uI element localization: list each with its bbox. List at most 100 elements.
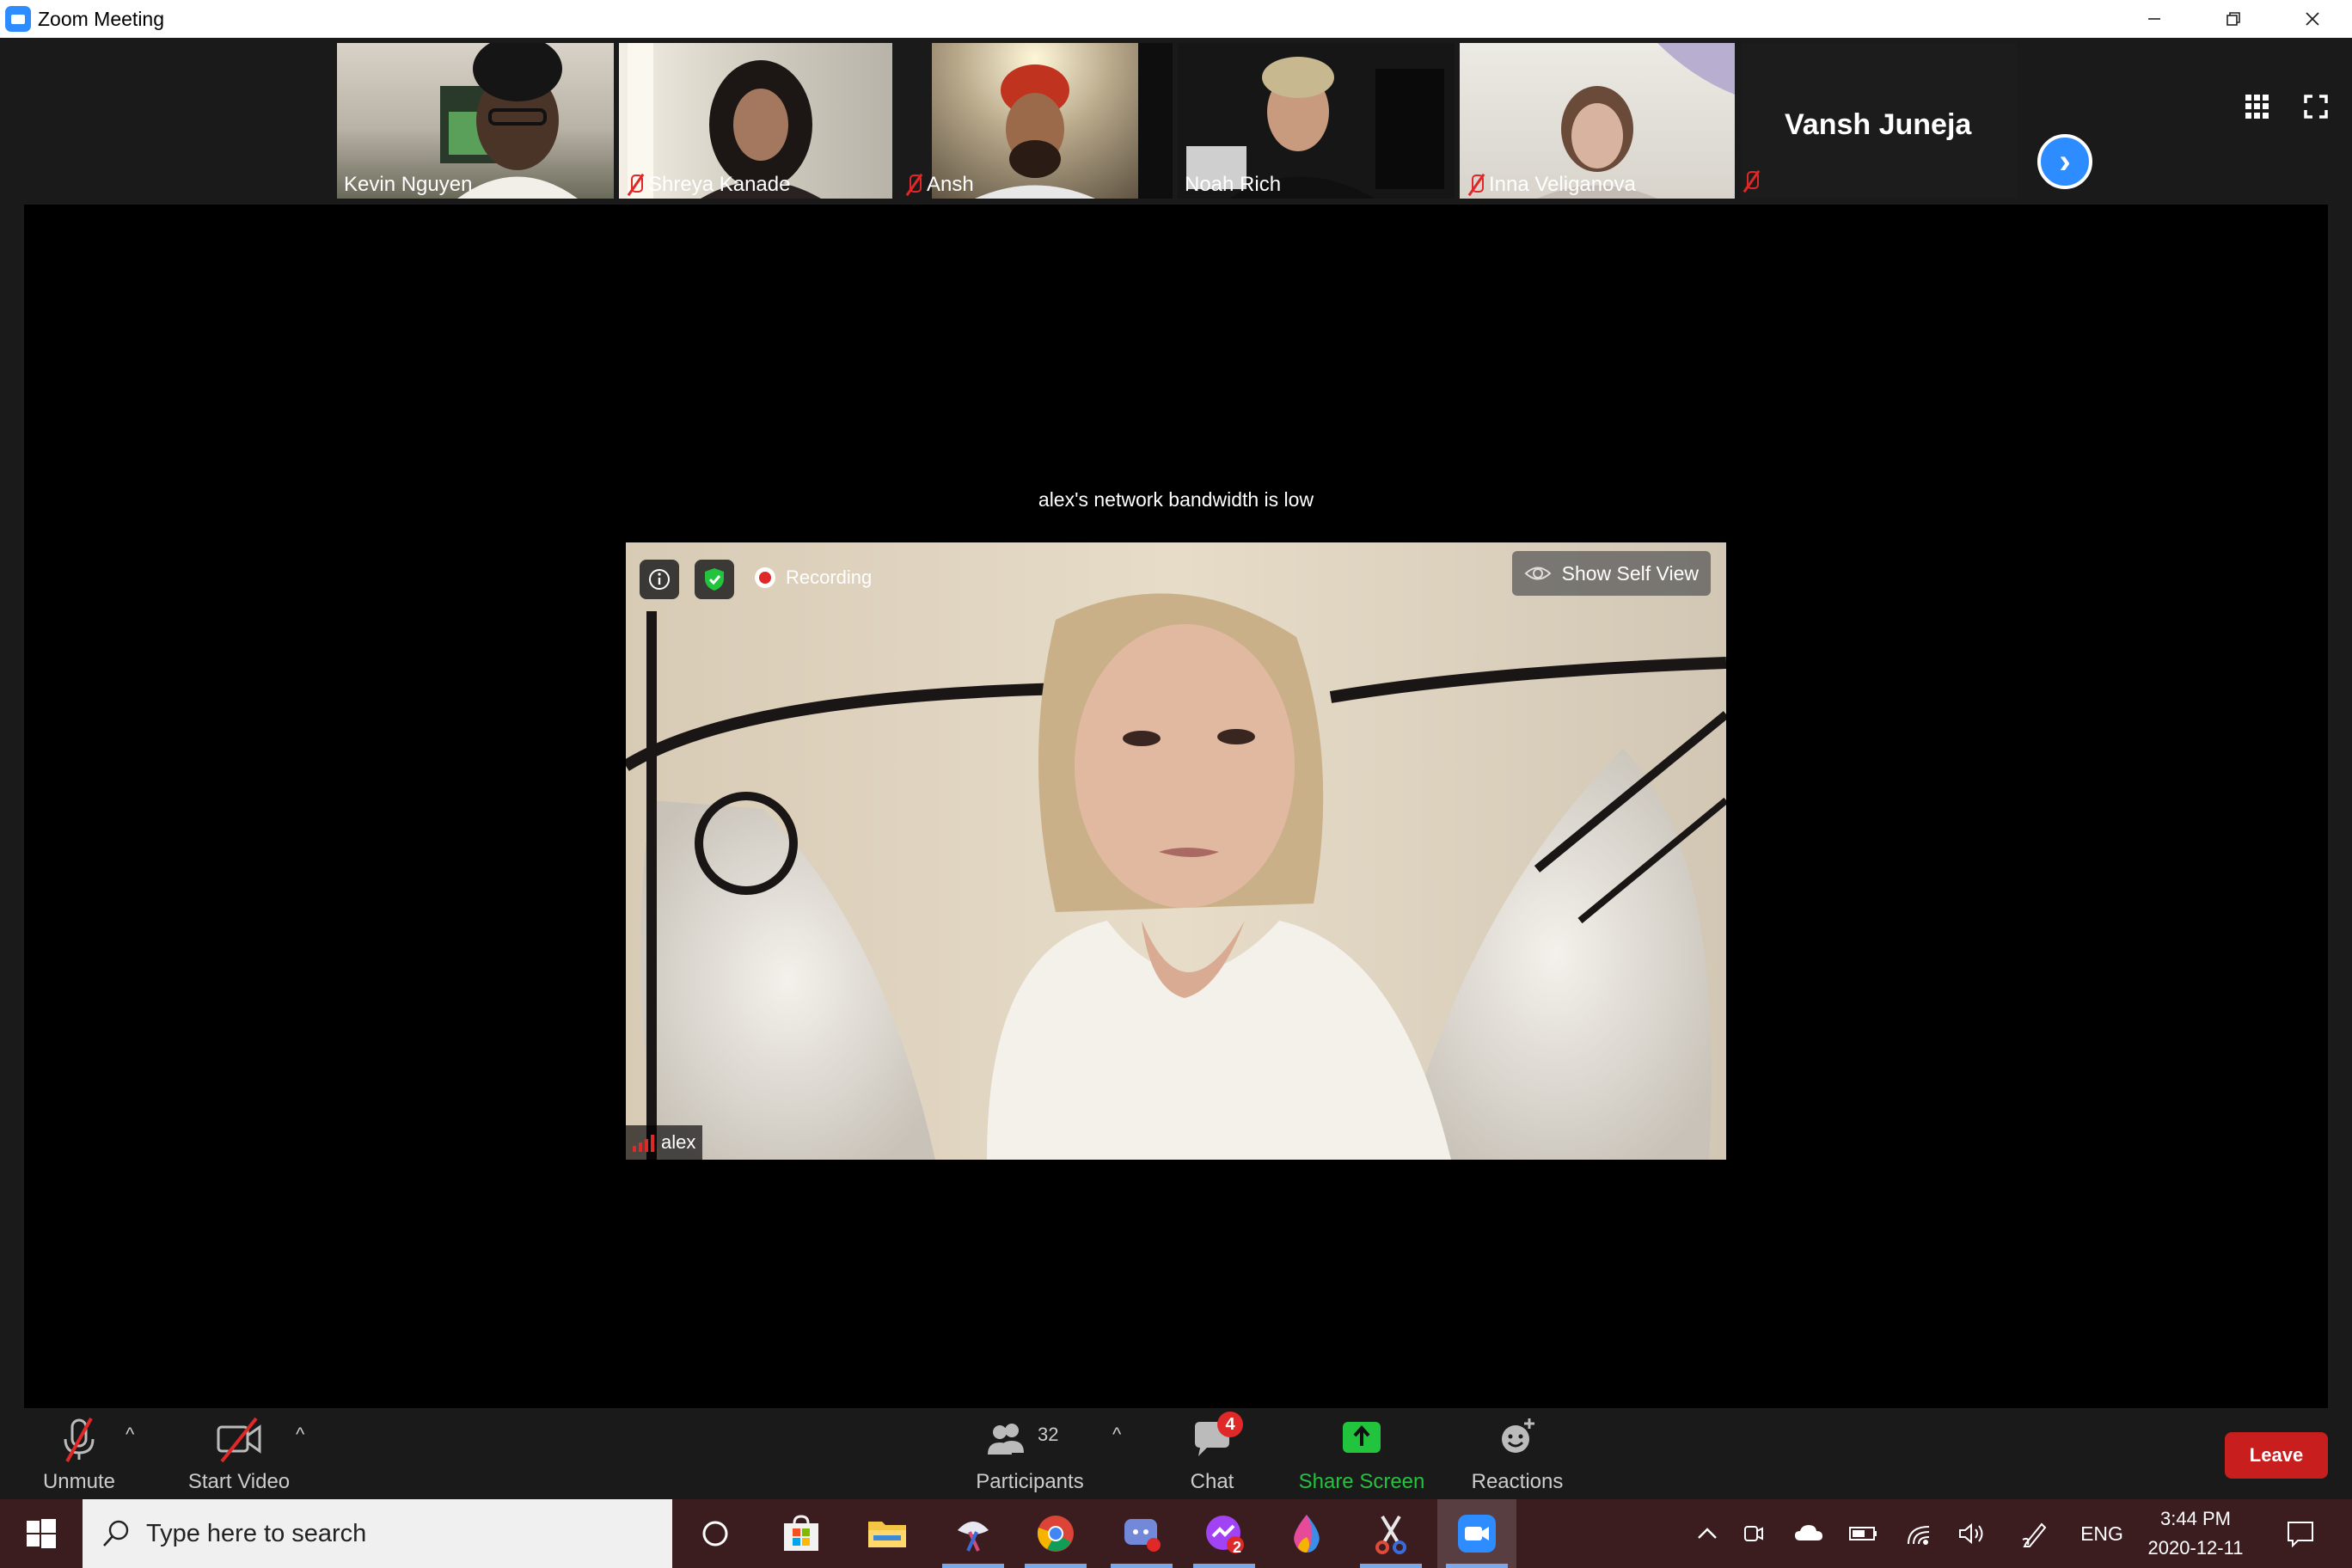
taskbar-color-app[interactable] bbox=[1267, 1499, 1346, 1568]
folder-icon bbox=[868, 1522, 906, 1547]
shield-check-icon bbox=[705, 568, 724, 591]
participant-name bbox=[1742, 170, 1761, 197]
meeting-toolbar: Unmute ^ Start Video ^ 32 Participants ^… bbox=[0, 1408, 2352, 1499]
participant-strip: Kevin Nguyen Shreya Kanade Ansh Noah Ric… bbox=[0, 38, 2352, 203]
bandwidth-notice: alex's network bandwidth is low bbox=[1038, 488, 1314, 511]
tray-pen[interactable] bbox=[2010, 1499, 2061, 1568]
participants-count: 32 bbox=[1038, 1424, 1059, 1445]
muted-mic-icon bbox=[1467, 174, 1485, 196]
chrome-icon bbox=[1037, 1516, 1074, 1552]
info-icon bbox=[649, 569, 670, 590]
gallery-view-icon[interactable] bbox=[2245, 95, 2269, 119]
meeting-info-button[interactable] bbox=[640, 560, 679, 599]
battery-icon bbox=[1849, 1527, 1877, 1540]
window-title: Zoom Meeting bbox=[38, 7, 165, 30]
zoom-app-icon bbox=[5, 6, 31, 32]
fullscreen-icon[interactable] bbox=[2304, 95, 2328, 119]
tray-onedrive[interactable] bbox=[1785, 1499, 1833, 1568]
participant-tile[interactable]: Ansh bbox=[897, 43, 1173, 199]
taskbar-zoom[interactable] bbox=[1437, 1499, 1516, 1568]
chevron-right-icon: › bbox=[2059, 142, 2071, 181]
participant-tile[interactable]: Shreya Kanade bbox=[619, 43, 892, 199]
participant-name-large: Vansh Juneja bbox=[1785, 108, 1972, 141]
participants-icon-group: 32 bbox=[983, 1415, 1077, 1463]
participant-name: Shreya Kanade bbox=[626, 173, 790, 197]
zoom-window: Zoom Meeting Kevin Nguyen Shreya Kanade … bbox=[0, 0, 2352, 1568]
participant-tile-no-video[interactable]: Vansh Juneja bbox=[1742, 43, 2017, 199]
meet-now-icon bbox=[1744, 1526, 1763, 1541]
tray-volume[interactable] bbox=[1948, 1499, 1996, 1568]
speaker-stage: alex's network bandwidth is low Recordin… bbox=[24, 205, 2328, 1408]
audio-options-caret[interactable]: ^ bbox=[126, 1424, 134, 1446]
discord-icon bbox=[1124, 1519, 1161, 1552]
muted-mic-icon bbox=[64, 1418, 95, 1462]
snip-sketch-icon bbox=[958, 1522, 989, 1552]
taskbar-snipping-tool[interactable] bbox=[1351, 1499, 1430, 1568]
speaker-volume-icon bbox=[1959, 1522, 1983, 1545]
muted-mic-icon bbox=[626, 174, 645, 196]
chevron-up-icon bbox=[1698, 1528, 1717, 1539]
participant-tile[interactable]: Inna Veliganova bbox=[1460, 43, 1735, 199]
next-page-button[interactable]: › bbox=[2037, 134, 2092, 189]
taskbar-snip-app[interactable] bbox=[934, 1499, 1013, 1568]
pen-icon bbox=[2022, 1522, 2047, 1547]
start-button[interactable] bbox=[0, 1499, 83, 1568]
show-hidden-icons-button[interactable] bbox=[1681, 1499, 1733, 1568]
wifi-icon bbox=[1908, 1526, 1930, 1545]
task-view-button[interactable] bbox=[676, 1499, 755, 1568]
taskbar-clock[interactable]: 3:44 PM 2020-12-11 bbox=[2127, 1504, 2264, 1563]
cloud-icon bbox=[1795, 1525, 1822, 1540]
taskbar-messenger[interactable]: 2 bbox=[1185, 1499, 1264, 1568]
participant-name: Kevin Nguyen bbox=[344, 173, 473, 196]
zoom-icon bbox=[1458, 1515, 1496, 1553]
video-options-caret[interactable]: ^ bbox=[296, 1424, 304, 1446]
participant-tile[interactable]: Kevin Nguyen bbox=[337, 43, 614, 199]
security-button[interactable] bbox=[695, 560, 734, 599]
taskbar-app-store[interactable] bbox=[762, 1499, 841, 1568]
recording-label: Recording bbox=[786, 567, 873, 588]
taskbar-file-explorer[interactable] bbox=[848, 1499, 927, 1568]
people-icon bbox=[988, 1424, 1024, 1455]
tray-battery[interactable] bbox=[1840, 1499, 1888, 1568]
share-screen-button[interactable]: Share Screen bbox=[1296, 1408, 1427, 1499]
tray-language[interactable]: ENG bbox=[2072, 1499, 2132, 1568]
participant-name: Noah Rich bbox=[1185, 173, 1282, 196]
paint-drop-icon bbox=[1294, 1515, 1320, 1553]
chat-icon-wrap: 4 bbox=[1186, 1412, 1243, 1463]
video-off-icon bbox=[217, 1417, 261, 1463]
recording-indicator: Recording bbox=[755, 567, 872, 589]
restore-icon[interactable] bbox=[2194, 0, 2273, 38]
chat-button[interactable]: 4 Chat bbox=[1174, 1408, 1250, 1499]
messenger-badge: 2 bbox=[1233, 1539, 1242, 1556]
speaker-video-frame bbox=[626, 542, 1726, 1160]
taskbar-discord[interactable] bbox=[1102, 1499, 1181, 1568]
smiley-plus-icon bbox=[1502, 1418, 1534, 1453]
tray-meet-now[interactable] bbox=[1733, 1499, 1774, 1568]
notification-icon bbox=[2288, 1522, 2313, 1547]
participant-name: Ansh bbox=[904, 173, 974, 197]
participant-tile[interactable]: Noah Rich bbox=[1178, 43, 1455, 199]
recording-dot-icon bbox=[755, 567, 775, 588]
title-bar: Zoom Meeting bbox=[0, 0, 2352, 38]
action-center-button[interactable] bbox=[2269, 1499, 2331, 1568]
show-self-view-button[interactable]: Show Self View bbox=[1511, 551, 1711, 596]
cortana-circle-icon bbox=[702, 1521, 728, 1547]
taskbar-chrome[interactable] bbox=[1016, 1499, 1095, 1568]
eye-icon bbox=[1524, 567, 1552, 580]
unmute-button[interactable]: Unmute bbox=[28, 1408, 131, 1499]
minimize-icon[interactable] bbox=[2115, 0, 2194, 38]
taskbar-search-box[interactable]: Type here to search bbox=[83, 1499, 672, 1568]
network-quality-icon bbox=[633, 1133, 654, 1152]
start-video-button[interactable]: Start Video bbox=[181, 1408, 297, 1499]
participants-button[interactable]: 32 Participants bbox=[966, 1408, 1093, 1499]
leave-button[interactable]: Leave bbox=[2225, 1432, 2328, 1479]
clock-date: 2020-12-11 bbox=[2147, 1537, 2244, 1559]
windows-logo-icon bbox=[27, 1519, 56, 1548]
close-icon[interactable] bbox=[2273, 0, 2352, 38]
participants-options-caret[interactable]: ^ bbox=[1112, 1424, 1121, 1446]
window-controls bbox=[2115, 0, 2352, 38]
speaker-name-label: alex bbox=[626, 1125, 703, 1160]
reactions-button[interactable]: Reactions bbox=[1461, 1408, 1573, 1499]
active-speaker-video[interactable]: Recording Show Self View alex bbox=[626, 542, 1726, 1160]
tray-wifi[interactable] bbox=[1895, 1499, 1943, 1568]
